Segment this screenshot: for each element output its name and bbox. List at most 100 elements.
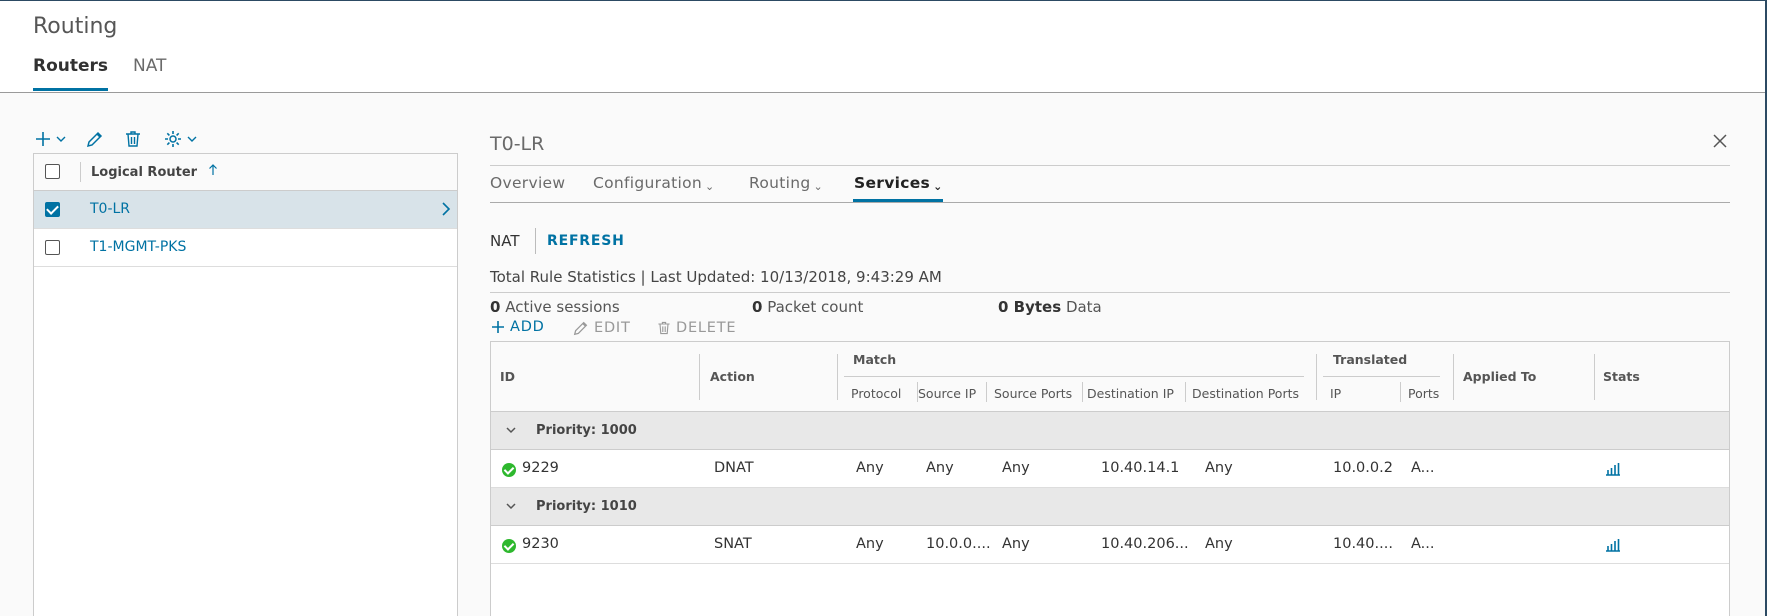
router-toolbar: [34, 128, 198, 150]
bar-chart-icon[interactable]: [1605, 462, 1621, 476]
col-id[interactable]: ID: [500, 369, 515, 384]
delete-router-button[interactable]: [123, 129, 143, 149]
sort-ascending-icon: [208, 164, 217, 175]
router-row-t1-mgmt-pks[interactable]: T1-MGMT-PKS: [34, 229, 457, 267]
action-label: ADD: [510, 319, 545, 335]
table-row[interactable]: 9230 SNAT Any 10.0.0.... Any 10.40.206..…: [491, 526, 1729, 564]
priority-group-1010[interactable]: Priority: 1010: [491, 488, 1729, 526]
chevron-down-icon: [187, 136, 197, 142]
col-translated-ports[interactable]: Ports: [1408, 386, 1439, 401]
active-sessions-stat: 0 Active sessions: [490, 298, 620, 316]
chevron-down-icon: ⌄: [705, 180, 715, 193]
add-icon: [36, 132, 50, 146]
tab-overview[interactable]: Overview: [490, 174, 565, 192]
col-translated-ip[interactable]: IP: [1330, 386, 1341, 401]
page-title: Routing: [33, 14, 118, 39]
router-row-t0-lr[interactable]: T0-LR: [34, 191, 457, 229]
tab-nat[interactable]: NAT: [133, 56, 166, 88]
row-checkbox[interactable]: [45, 240, 60, 255]
router-name[interactable]: T1-MGMT-PKS: [90, 239, 186, 255]
col-separator: [1453, 354, 1454, 400]
router-grid-header: Logical Router: [34, 154, 457, 191]
tab-routers[interactable]: Routers: [33, 56, 109, 91]
logical-router-column-header[interactable]: Logical Router: [91, 164, 218, 180]
rule-action: SNAT: [714, 536, 752, 552]
col-separator: [986, 382, 987, 402]
chevron-down-icon[interactable]: [506, 501, 516, 511]
col-separator: [1082, 382, 1083, 402]
nat-section-label: NAT: [490, 232, 520, 250]
edit-icon: [573, 321, 588, 336]
header-separator: [80, 162, 81, 182]
delete-icon: [126, 131, 140, 147]
add-rule-button[interactable]: ADD: [490, 319, 545, 335]
select-all-checkbox[interactable]: [45, 164, 60, 179]
router-name[interactable]: T0-LR: [90, 201, 130, 217]
tab-label: Routing: [749, 174, 811, 192]
col-separator: [1185, 382, 1186, 402]
section-divider: [535, 228, 536, 254]
rule-destination-ip: 10.40.206...: [1101, 536, 1189, 552]
tab-routing[interactable]: Routing ⌄: [749, 174, 823, 193]
tab-label: Overview: [490, 174, 566, 192]
col-destination-ip[interactable]: Destination IP: [1087, 386, 1174, 401]
col-group-match: Match: [853, 352, 897, 367]
col-source-ip[interactable]: Source IP: [918, 386, 976, 401]
add-icon: [492, 321, 504, 333]
rule-id: 9229: [522, 460, 559, 476]
delete-rule-button[interactable]: DELETE: [656, 319, 736, 337]
rule-translated-ip: 10.0.0.2: [1333, 460, 1393, 476]
detail-title: T0-LR: [490, 133, 545, 155]
router-settings-button[interactable]: [163, 129, 198, 149]
tab-services[interactable]: Services ⌄: [854, 174, 943, 193]
rule-source-ip: 10.0.0....: [926, 536, 991, 552]
rule-statistics-title: Total Rule Statistics | Last Updated: 10…: [490, 268, 942, 286]
edit-rule-button[interactable]: EDIT: [572, 319, 631, 337]
action-label: DELETE: [676, 320, 737, 336]
rule-translated-ports: A...: [1411, 460, 1435, 476]
chevron-down-icon: ⌄: [933, 180, 943, 193]
col-separator: [837, 354, 838, 400]
rule-destination-ports: Any: [1205, 536, 1233, 552]
rule-id: 9230: [522, 536, 559, 552]
nat-rules-table: ID Action Match Protocol Source IP Sourc…: [490, 341, 1730, 616]
group-separator: [844, 376, 1304, 377]
col-protocol[interactable]: Protocol: [851, 386, 901, 401]
success-status-icon: [502, 463, 516, 477]
page-header: Routing Routers NAT: [0, 1, 1765, 93]
refresh-button[interactable]: REFRESH: [547, 233, 625, 249]
detail-divider: [490, 165, 1730, 166]
action-label: EDIT: [594, 320, 631, 336]
nat-table-header: ID Action Match Protocol Source IP Sourc…: [491, 342, 1729, 412]
group-separator: [1323, 376, 1440, 377]
chevron-right-icon: [442, 202, 451, 216]
close-icon[interactable]: [1712, 133, 1728, 149]
rule-protocol: Any: [856, 536, 884, 552]
rule-source-ports: Any: [1002, 460, 1030, 476]
priority-group-1000[interactable]: Priority: 1000: [491, 412, 1729, 450]
col-applied-to[interactable]: Applied To: [1463, 369, 1536, 384]
tab-configuration[interactable]: Configuration ⌄: [593, 174, 715, 193]
logical-router-grid: Logical Router T0-LR T1-MGMT-PKS: [33, 153, 458, 616]
bar-chart-icon[interactable]: [1605, 538, 1621, 552]
delete-icon: [658, 321, 670, 335]
col-source-ports[interactable]: Source Ports: [994, 386, 1072, 401]
table-row[interactable]: 9229 DNAT Any Any Any 10.40.14.1 Any 10.…: [491, 450, 1729, 488]
rule-translated-ip: 10.40....: [1333, 536, 1393, 552]
chevron-down-icon[interactable]: [506, 425, 516, 435]
col-separator: [699, 354, 700, 400]
column-label: Logical Router: [91, 165, 198, 180]
edit-icon: [86, 131, 103, 148]
bytes-stat: 0 Bytes Data: [998, 298, 1102, 316]
row-checkbox[interactable]: [45, 202, 60, 217]
stat-value: 0: [490, 298, 501, 316]
col-destination-ports[interactable]: Destination Ports: [1192, 386, 1299, 401]
stat-value: 0 Bytes: [998, 298, 1062, 316]
edit-router-button[interactable]: [85, 129, 105, 149]
col-group-translated: Translated: [1333, 352, 1408, 367]
add-router-button[interactable]: [34, 130, 67, 148]
col-action[interactable]: Action: [710, 369, 755, 384]
col-stats[interactable]: Stats: [1603, 369, 1640, 384]
tab-label: Services: [854, 174, 931, 192]
col-separator: [1400, 382, 1401, 402]
